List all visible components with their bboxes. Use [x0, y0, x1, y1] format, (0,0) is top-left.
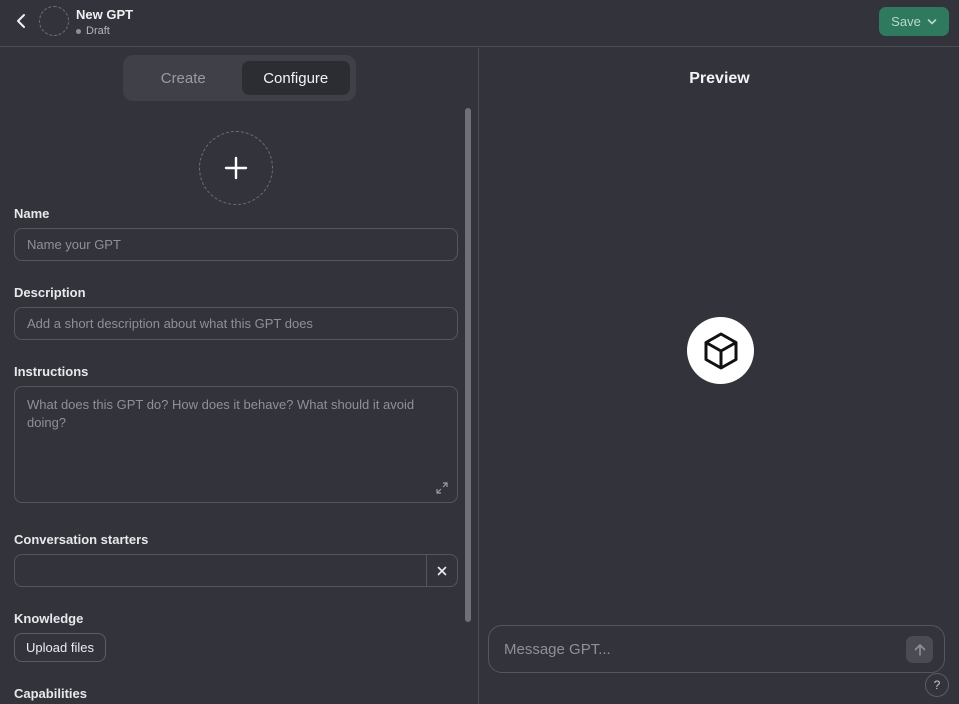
- message-placeholder: Message GPT...: [504, 640, 611, 658]
- instructions-label: Instructions: [14, 364, 89, 379]
- gpt-builder-app: New GPT Draft Save Create Configure Name…: [0, 0, 959, 704]
- close-icon: [437, 566, 447, 575]
- conversation-starter-row: [14, 554, 458, 587]
- capabilities-label: Capabilities: [14, 686, 87, 701]
- mode-tabs: Create Configure: [123, 55, 356, 101]
- chevron-left-icon: [17, 14, 25, 28]
- preview-title: Preview: [689, 70, 750, 87]
- status-label: Draft: [86, 25, 110, 37]
- cube-icon: [704, 332, 737, 369]
- gpt-name-title: New GPT: [76, 7, 134, 22]
- clear-starter-button[interactable]: [426, 555, 457, 586]
- conversation-starters-label: Conversation starters: [14, 532, 149, 547]
- help-button[interactable]: ?: [925, 673, 949, 697]
- upload-files-button[interactable]: Upload files: [14, 633, 106, 662]
- expand-icon[interactable]: [436, 482, 448, 494]
- message-input[interactable]: Message GPT...: [488, 625, 945, 673]
- arrow-up-icon: [914, 643, 925, 656]
- instructions-placeholder: What does this GPT do? How does it behav…: [27, 397, 415, 430]
- knowledge-label: Knowledge: [14, 611, 84, 626]
- configure-panel: Create Configure Name Name your GPT Desc…: [0, 48, 479, 704]
- instructions-textarea[interactable]: What does this GPT do? How does it behav…: [14, 386, 458, 503]
- gpt-avatar-placeholder[interactable]: [39, 6, 69, 36]
- conversation-starter-input[interactable]: [15, 555, 426, 586]
- back-button[interactable]: [8, 8, 34, 34]
- draft-status: Draft: [76, 25, 110, 37]
- tab-create[interactable]: Create: [129, 61, 238, 95]
- gpt-logo: [687, 317, 754, 384]
- save-label: Save: [891, 14, 921, 29]
- name-input[interactable]: Name your GPT: [14, 228, 458, 261]
- top-header: New GPT Draft Save: [0, 0, 959, 47]
- send-button[interactable]: [906, 636, 933, 663]
- save-button[interactable]: Save: [879, 7, 949, 36]
- description-label: Description: [14, 285, 86, 300]
- plus-icon: [224, 156, 248, 180]
- name-label: Name: [14, 206, 50, 221]
- status-dot-icon: [76, 28, 81, 34]
- tab-configure[interactable]: Configure: [241, 61, 350, 95]
- chevron-down-icon: [927, 18, 937, 25]
- scrollbar[interactable]: [465, 108, 471, 622]
- upload-avatar-button[interactable]: [199, 131, 273, 205]
- description-input[interactable]: Add a short description about what this …: [14, 307, 458, 340]
